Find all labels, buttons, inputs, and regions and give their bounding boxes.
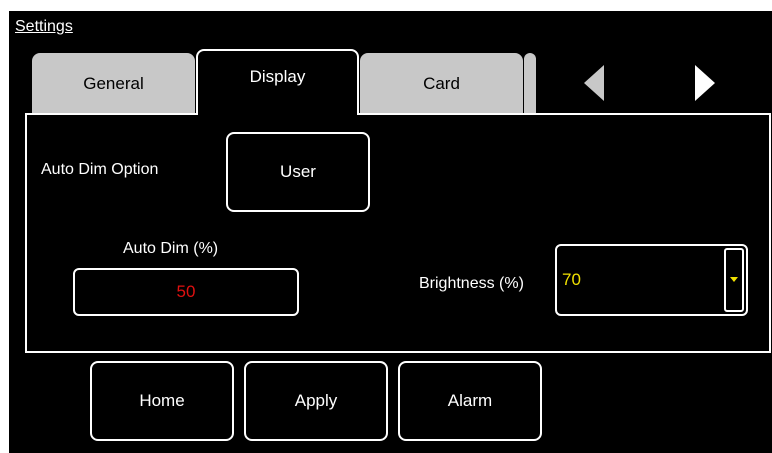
triangle-right-icon[interactable] [695, 65, 715, 101]
page-title: Settings [15, 18, 73, 35]
alarm-button-label: Alarm [447, 391, 493, 410]
tab-general[interactable]: General [32, 53, 195, 115]
auto-dim-field[interactable]: 50 [73, 268, 299, 316]
chevron-down-icon [730, 277, 738, 282]
brightness-select[interactable]: 70 [555, 244, 748, 316]
tab-general-label: General [83, 74, 144, 93]
apply-button-label: Apply [294, 391, 338, 410]
brightness-label: Brightness (%) [419, 275, 524, 292]
alarm-button[interactable]: Alarm [398, 361, 542, 441]
tab-card-label: Card [423, 74, 460, 93]
auto-dim-option-value: User [280, 162, 316, 181]
auto-dim-label: Auto Dim (%) [123, 240, 219, 257]
auto-dim-option-button[interactable]: User [226, 132, 370, 212]
auto-dim-value: 50 [176, 282, 196, 301]
apply-button[interactable]: Apply [244, 361, 388, 441]
triangle-left-icon[interactable] [584, 65, 604, 101]
auto-dim-option-label: Auto Dim Option [41, 161, 159, 178]
brightness-dropdown-button[interactable] [724, 248, 744, 312]
tab-card[interactable]: Card [360, 53, 523, 115]
settings-screen: Settings General Display Card Auto Dim O… [9, 11, 772, 453]
brightness-value: 70 [562, 270, 581, 289]
home-button[interactable]: Home [90, 361, 234, 441]
home-button-label: Home [139, 391, 185, 410]
tab-next-partial[interactable] [524, 53, 536, 115]
tab-display-label: Display [249, 67, 306, 86]
display-settings-panel: Auto Dim Option User Auto Dim (%) 50 Bri… [25, 113, 771, 353]
tab-display[interactable]: Display [196, 49, 359, 115]
